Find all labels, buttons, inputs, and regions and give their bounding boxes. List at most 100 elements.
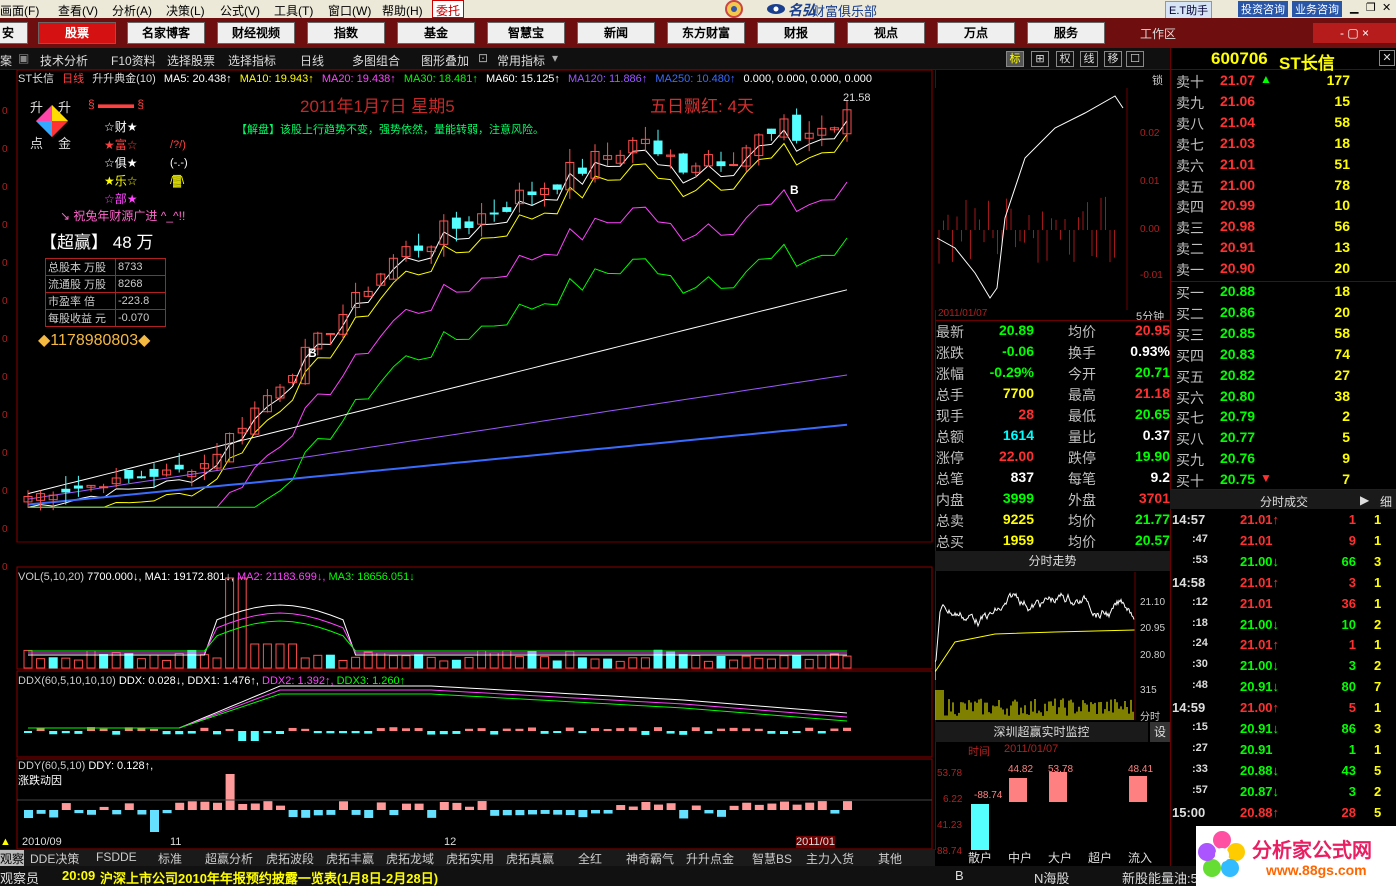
tick-detail[interactable]: 细	[1380, 493, 1392, 510]
monitor-title[interactable]: 深圳超赢实时监控	[935, 722, 1148, 742]
menu-help[interactable]: 帮助(H)	[382, 2, 423, 19]
monitor-value-0: -88.74	[974, 790, 1003, 801]
volume-bar	[237, 577, 247, 669]
window-controls[interactable]: - ▢ ×	[1313, 23, 1396, 43]
assistant-button[interactable]: E.T助手	[1165, 1, 1213, 19]
lock-button[interactable]: 锁	[1152, 72, 1163, 88]
fst-title[interactable]: 分时走势	[935, 551, 1170, 571]
tab-index[interactable]: 指数	[307, 22, 385, 44]
tick-time: :33	[1192, 762, 1208, 775]
tick-title[interactable]: 分时成交	[1260, 493, 1308, 510]
toolbar-stub[interactable]: 案	[0, 52, 12, 69]
itab-standard[interactable]: 标准	[158, 850, 182, 867]
toolbar-daily[interactable]: 日线	[300, 52, 324, 69]
volume-bar	[73, 659, 83, 669]
volume-bar	[124, 653, 134, 669]
tab-stocks[interactable]: 股票	[38, 22, 116, 44]
itab-hutuo-long[interactable]: 虎拓龙域	[386, 850, 434, 867]
candle-body	[174, 464, 184, 470]
line-icon[interactable]: 线	[1080, 51, 1098, 67]
move-icon[interactable]: 移	[1104, 51, 1122, 67]
itab-hutuo-zhen[interactable]: 虎拓真赢	[506, 850, 554, 867]
site-url[interactable]: www.88gs.com	[1266, 862, 1367, 878]
menu-decision[interactable]: 决策(L)	[166, 2, 205, 19]
menu-look[interactable]: 查看(V)	[58, 2, 98, 19]
mark-icon[interactable]: 标	[1006, 51, 1024, 67]
up-arrow-icon: ▲	[1260, 72, 1272, 86]
tab-service[interactable]: 服务	[1027, 22, 1105, 44]
nav-stub-left[interactable]: 安	[0, 22, 28, 44]
toolbar-common-indicator[interactable]: 常用指标	[497, 52, 545, 69]
toolbar-select-indicator[interactable]: 选择指标	[228, 52, 276, 69]
bid-vol: 20	[1334, 303, 1350, 320]
bid-vol: 2	[1342, 408, 1350, 425]
grid-icon[interactable]: ⊞	[1031, 51, 1049, 67]
itab-allred[interactable]: 全红	[578, 850, 602, 867]
ddx-bar	[162, 731, 171, 735]
toolbar-select-stock[interactable]: 选择股票	[167, 52, 215, 69]
close-quote-icon[interactable]: ✕	[1379, 50, 1395, 66]
tab-wandian[interactable]: 万点	[937, 22, 1015, 44]
toolbar-multi-chart[interactable]: 多图组合	[352, 52, 400, 69]
ddy-bar	[654, 804, 663, 810]
invest-consult-button[interactable]: 投资咨询	[1238, 1, 1288, 17]
menu-window[interactable]: 窗口(W)	[328, 2, 371, 19]
toolbar-overlay[interactable]: 图形叠加	[421, 52, 469, 69]
header-indicator[interactable]: 升升典金(10)	[92, 70, 156, 86]
weight-icon[interactable]: 权	[1056, 51, 1074, 67]
tab-reports[interactable]: 财报	[757, 22, 835, 44]
toolbar-tech-analysis[interactable]: 技术分析	[40, 52, 88, 69]
dropdown-icon[interactable]: ▾	[552, 51, 558, 65]
itab-main-in[interactable]: 主力入货	[806, 850, 854, 867]
bid-vol: 7	[1342, 471, 1350, 488]
monitor-setting[interactable]: 设	[1150, 722, 1170, 742]
stat-label: 最高	[1068, 387, 1096, 403]
y-axis-stub: 0	[2, 410, 8, 421]
menu-formula[interactable]: 公式(V)	[220, 2, 260, 19]
ddy-bar	[263, 801, 273, 810]
tab-finance-video[interactable]: 财经视频	[217, 22, 295, 44]
itab-wisdom-bs[interactable]: 智慧BS	[752, 850, 792, 867]
itab-shengsheng[interactable]: 升升点金	[686, 850, 734, 867]
itab-observe[interactable]: 观察	[0, 850, 25, 867]
tick-vol: 1	[1348, 741, 1356, 757]
menu-view[interactable]: 画面(F)	[0, 2, 39, 19]
tab-news[interactable]: 新闻	[577, 22, 655, 44]
workspace-label[interactable]: 工作区	[1140, 25, 1176, 42]
itab-hutuo-feng[interactable]: 虎拓丰赢	[326, 850, 374, 867]
itab-hutuo-band[interactable]: 虎拓波段	[266, 850, 314, 867]
ticker-news[interactable]: 沪深上市公司2010年年报预约披露一览表(1月8日-2月28日)	[100, 868, 438, 886]
itab-hutuo-shi[interactable]: 虎拓实用	[446, 850, 494, 867]
ddy-bar	[301, 810, 311, 818]
itab-dde[interactable]: DDE决策	[30, 850, 79, 867]
y-axis-stub: 0	[2, 334, 8, 345]
toolbar-f10[interactable]: F10资料	[111, 52, 156, 69]
box-icon[interactable]: ☐	[1126, 51, 1144, 67]
itab-fsdde[interactable]: FSDDE	[96, 850, 137, 864]
ticker-left[interactable]: 观察员	[0, 868, 39, 886]
tick-next-icon[interactable]: ▶	[1360, 493, 1369, 507]
business-consult-button[interactable]: 业务咨询	[1292, 1, 1342, 17]
fst-label[interactable]: 分时	[1140, 708, 1160, 723]
pin-icon[interactable]: ⊡	[478, 51, 488, 65]
tab-expert-blog[interactable]: 名家博客	[127, 22, 205, 44]
tab-eastmoney[interactable]: 东方财富	[667, 22, 745, 44]
close-icon[interactable]: ✕	[1382, 1, 1391, 14]
tab-wisdom[interactable]: 智慧宝	[487, 22, 565, 44]
volume-bar	[577, 657, 587, 669]
header-period[interactable]: 日线	[62, 70, 84, 86]
minimize-icon[interactable]: ▁	[1350, 1, 1358, 14]
itab-other[interactable]: 其他	[878, 850, 902, 867]
tab-viewpoint[interactable]: 视点	[847, 22, 925, 44]
ddx-bar	[351, 731, 360, 734]
itab-magic[interactable]: 神奇霸气	[626, 850, 674, 867]
itab-super[interactable]: 超赢分析	[205, 850, 253, 867]
tab-fund[interactable]: 基金	[397, 22, 475, 44]
super-value: 48	[112, 233, 132, 252]
ticker-idx2: N海股	[1034, 871, 1070, 886]
menu-tools[interactable]: 工具(T)	[274, 2, 313, 19]
restore-icon[interactable]: ❐	[1366, 1, 1376, 14]
menu-analysis[interactable]: 分析(A)	[112, 2, 152, 19]
ddx-bar	[477, 728, 486, 731]
trade-button[interactable]: 委托	[432, 0, 465, 18]
